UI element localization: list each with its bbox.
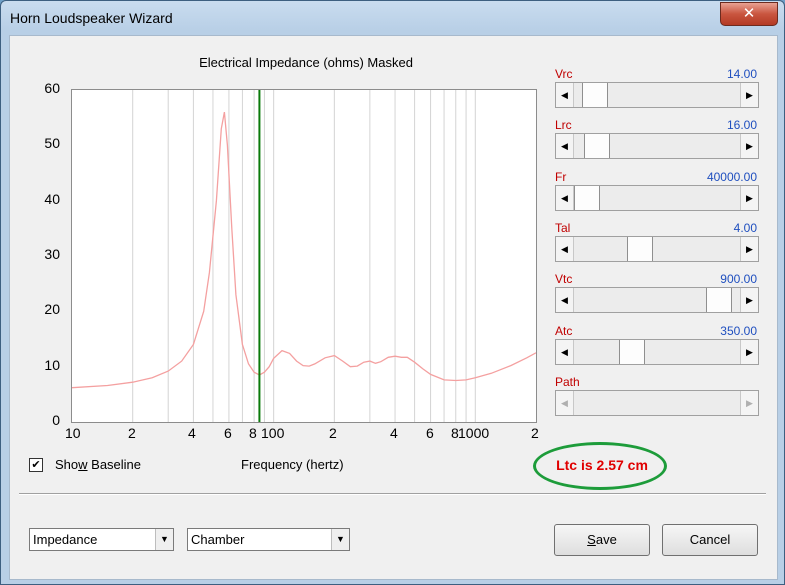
close-button[interactable]: ✕	[720, 2, 778, 26]
window-title: Horn Loudspeaker Wizard	[10, 10, 173, 26]
chevron-down-icon[interactable]: ▼	[155, 529, 173, 550]
impedance-plot-svg	[71, 90, 537, 422]
wizard-window: Horn Loudspeaker Wizard ✕ Electrical Imp…	[0, 0, 785, 585]
arrow-right-icon[interactable]: ▶	[740, 83, 758, 107]
slider-label-vtc: Vtc	[555, 272, 573, 286]
slider-value-tal: 4.00	[733, 221, 757, 235]
slider-label-path: Path	[555, 375, 580, 389]
x-tick-label: 2	[329, 425, 337, 441]
x-tick-label: 10	[65, 425, 81, 441]
x-axis-label: Frequency (hertz)	[241, 457, 344, 472]
arrow-left-icon[interactable]: ◀	[556, 83, 574, 107]
arrow-left-icon[interactable]: ◀	[556, 340, 574, 364]
x-tick-label: 100	[261, 425, 285, 441]
y-tick-label: 10	[44, 357, 60, 373]
arrow-left-icon[interactable]: ◀	[556, 288, 574, 312]
slider-thumb[interactable]	[619, 340, 645, 364]
slider-path: ◀ ▶	[555, 390, 759, 416]
separator-line	[19, 493, 766, 495]
y-tick-label: 40	[44, 191, 60, 207]
chamber-dropdown[interactable]: Chamber ▼	[187, 528, 350, 551]
y-tick-label: 20	[44, 301, 60, 317]
slider-thumb[interactable]	[706, 288, 732, 312]
plot-type-dropdown[interactable]: Impedance ▼	[29, 528, 174, 551]
slider-tal[interactable]: ◀ ▶	[555, 236, 759, 262]
slider-thumb[interactable]	[574, 186, 600, 210]
show-baseline-label[interactable]: Show Baseline	[55, 457, 141, 472]
slider-label-tal: Tal	[555, 221, 571, 235]
dialog-body: Electrical Impedance (ohms) Masked 0 10 20…	[9, 35, 778, 580]
plot-type-value: Impedance	[33, 532, 98, 547]
x-tick-label: 6	[224, 425, 232, 441]
x-tick-label: 2	[128, 425, 136, 441]
slider-vrc[interactable]: ◀ ▶	[555, 82, 759, 108]
show-baseline-checkbox[interactable]: ✔	[29, 458, 43, 472]
slider-value-atc: 350.00	[720, 324, 757, 338]
arrow-left-icon: ◀	[556, 391, 574, 415]
x-tick-label: 4	[188, 425, 196, 441]
y-tick-label: 30	[44, 246, 60, 262]
slider-value-lrc: 16.00	[726, 118, 757, 132]
slider-lrc[interactable]: ◀ ▶	[555, 133, 759, 159]
arrow-left-icon[interactable]: ◀	[556, 237, 574, 261]
y-tick-label: 60	[44, 80, 60, 96]
arrow-right-icon[interactable]: ▶	[740, 288, 758, 312]
slider-thumb[interactable]	[582, 83, 608, 107]
arrow-left-icon[interactable]: ◀	[556, 186, 574, 210]
slider-label-vrc: Vrc	[555, 67, 573, 81]
chart-title: Electrical Impedance (ohms) Masked	[199, 55, 413, 70]
chamber-value: Chamber	[191, 532, 245, 547]
slider-value-fr: 40000.00	[706, 170, 757, 184]
save-button[interactable]: Save	[554, 524, 650, 556]
arrow-right-icon[interactable]: ▶	[740, 340, 758, 364]
slider-thumb[interactable]	[584, 134, 610, 158]
x-tick-label: 4	[390, 425, 398, 441]
x-tick-label: 6	[426, 425, 434, 441]
arrow-right-icon[interactable]: ▶	[740, 186, 758, 210]
slider-label-lrc: Lrc	[555, 118, 572, 132]
slider-atc[interactable]: ◀ ▶	[555, 339, 759, 365]
arrow-right-icon[interactable]: ▶	[740, 237, 758, 261]
title-bar[interactable]: Horn Loudspeaker Wizard ✕	[1, 1, 784, 35]
slider-vtc[interactable]: ◀ ▶	[555, 287, 759, 313]
slider-value-vrc: 14.00	[726, 67, 757, 81]
x-tick-label: 2	[531, 425, 539, 441]
y-tick-label: 0	[52, 412, 60, 428]
slider-label-atc: Atc	[555, 324, 573, 338]
arrow-right-icon[interactable]: ▶	[740, 134, 758, 158]
slider-thumb[interactable]	[627, 237, 653, 261]
x-tick-label: 1000	[458, 425, 490, 441]
impedance-chart	[71, 89, 537, 423]
chevron-down-icon[interactable]: ▼	[331, 529, 349, 550]
slider-fr[interactable]: ◀ ▶	[555, 185, 759, 211]
slider-value-vtc: 900.00	[720, 272, 757, 286]
x-tick-label: 8	[249, 425, 257, 441]
arrow-left-icon[interactable]: ◀	[556, 134, 574, 158]
slider-label-fr: Fr	[555, 170, 567, 184]
cancel-button[interactable]: Cancel	[662, 524, 758, 556]
ltc-readout: Ltc is 2.57 cm	[556, 457, 648, 473]
y-tick-label: 50	[44, 135, 60, 151]
arrow-right-icon: ▶	[740, 391, 758, 415]
